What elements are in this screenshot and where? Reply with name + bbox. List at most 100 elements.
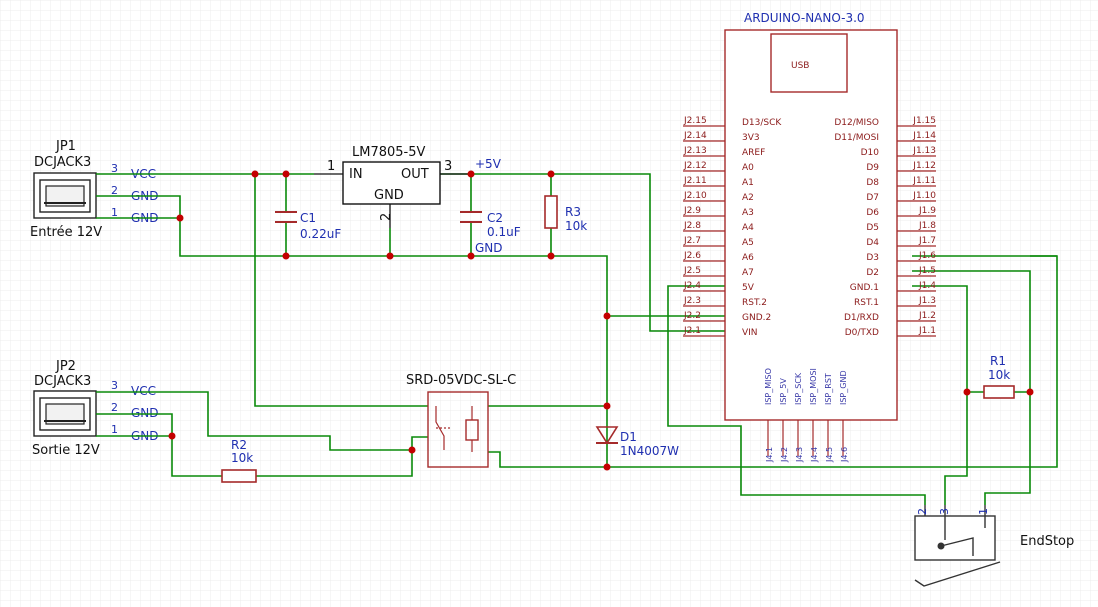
junction	[386, 252, 394, 260]
r2-body	[221, 469, 257, 483]
arduino-right-pin-name: D7	[866, 193, 879, 203]
regulator-in-label: IN	[349, 167, 363, 182]
arduino-left-pin-name: A0	[742, 163, 754, 173]
jp1-desc: Entrée 12V	[30, 225, 102, 240]
arduino-left-pin-number: J2.7	[683, 236, 701, 246]
arduino-right-pin-name: D4	[866, 238, 879, 248]
jp1-pin1-num: 1	[111, 206, 118, 219]
arduino-left-pin-name: A3	[742, 208, 754, 218]
r2-value: 10k	[231, 451, 253, 465]
jp2-pin3-num: 3	[111, 379, 118, 392]
r3-ref: R3	[565, 205, 581, 219]
jp1-pin2-num: 2	[111, 184, 118, 197]
arduino-right-pin-number: J1.6	[918, 251, 936, 261]
arduino-left-pin-name: 3V3	[742, 133, 760, 143]
arduino-right-pin-name: GND.1	[850, 283, 879, 293]
jp1-value: DCJACK3	[34, 155, 91, 170]
jp2-desc: Sortie 12V	[32, 443, 100, 458]
jp2-ref: JP2	[55, 359, 76, 374]
r2-ref: R2	[231, 438, 247, 452]
arduino-right-pin-number: J1.7	[918, 236, 936, 246]
r3-value: 10k	[565, 219, 587, 233]
regulator-name: LM7805-5V	[352, 145, 426, 160]
arduino-right-pin-number: J1.11	[912, 176, 936, 186]
arduino-left-pin-name: VIN	[742, 328, 758, 338]
arduino-right-pin-name: D2	[866, 268, 879, 278]
jp2-net-gnd2: GND	[131, 406, 159, 420]
junction	[1026, 388, 1034, 396]
arduino-left-pin-number: J2.11	[683, 176, 707, 186]
endstop-body	[914, 515, 996, 561]
d1-ref: D1	[620, 430, 637, 444]
arduino-isp-pin-name: ISP_SCK	[794, 372, 803, 405]
arduino-right-pin-number: J1.2	[918, 311, 936, 321]
junction	[603, 312, 611, 320]
arduino-left-pin-number: J2.2	[683, 311, 701, 321]
arduino-left-pin-name: 5V	[742, 283, 755, 293]
d1-value: 1N4007W	[620, 444, 679, 458]
arduino-isp-pin-name: ISP_RST	[824, 373, 833, 405]
arduino-right-pin-number: J1.3	[918, 296, 936, 306]
arduino-right-pin-number: J1.4	[918, 281, 936, 291]
arduino-left-pin-name: RST.2	[742, 298, 767, 308]
arduino-left-pin-number: J2.9	[683, 206, 701, 216]
c2-ref: C2	[487, 211, 503, 225]
endstop-name: EndStop	[1020, 534, 1074, 549]
usb-label: USB	[791, 61, 809, 71]
endstop-pin2: 2	[916, 508, 929, 515]
arduino-left-pin-number: J2.6	[683, 251, 701, 261]
net-plus5-label: +5V	[475, 157, 502, 171]
arduino-left-pin-number: J2.14	[683, 131, 707, 141]
junction	[176, 214, 184, 222]
junction	[547, 170, 555, 178]
jp2-pin2-num: 2	[111, 401, 118, 414]
c2-value: 0.1uF	[487, 225, 521, 239]
arduino-right-pin-name: D3	[866, 253, 879, 263]
endstop-pin3: 3	[938, 508, 951, 515]
c1-ref: C1	[300, 211, 316, 225]
arduino-right-pin-number: J1.8	[918, 221, 936, 231]
arduino-left-pin-number: J2.12	[683, 161, 707, 171]
jp1-pin3-num: 3	[111, 162, 118, 175]
schematic-canvas: JP1 DCJACK3 Entrée 12V 3 2 1 VCC GND GND…	[0, 0, 1098, 607]
arduino-right-pin-name: D5	[866, 223, 879, 233]
regulator-pin2: 2	[379, 213, 394, 221]
arduino-left-pin-number: J2.1	[683, 326, 701, 336]
arduino-left-pin-name: A7	[742, 268, 754, 278]
junction	[408, 446, 416, 454]
arduino-left-pin-name: A5	[742, 238, 754, 248]
arduino-left-pin-name: AREF	[742, 148, 765, 158]
arduino-right-pin-number: J1.12	[912, 161, 936, 171]
arduino-bottom-pin-number: J4.5	[825, 447, 834, 463]
arduino-left-pin-name: A2	[742, 193, 754, 203]
junction	[467, 170, 475, 178]
arduino-left-pin-name: GND.2	[742, 313, 771, 323]
arduino-isp-pin-name: ISP_MOSI	[809, 368, 818, 405]
arduino-bottom-pin-number: J4.1	[765, 447, 774, 463]
arduino-right-pin-name: RST.1	[854, 298, 879, 308]
relay-name: SRD-05VDC-SL-C	[406, 373, 516, 388]
arduino-right-pin-name: D1/RXD	[844, 313, 879, 323]
regulator-pin1: 1	[327, 159, 335, 174]
junction	[251, 170, 259, 178]
junction	[282, 252, 290, 260]
arduino-left-pin-name: A6	[742, 253, 754, 263]
arduino-bottom-pin-number: J4.2	[780, 447, 789, 463]
arduino-left-pin-number: J2.4	[683, 281, 701, 291]
arduino-right-pin-name: D9	[866, 163, 879, 173]
arduino-right-pin-number: J1.1	[918, 326, 936, 336]
r1-body	[983, 385, 1015, 399]
junction	[467, 252, 475, 260]
arduino-left-pin-number: J2.13	[683, 146, 707, 156]
r1-value: 10k	[988, 368, 1010, 382]
arduino-left-pin-name: A4	[742, 223, 754, 233]
jp2-value: DCJACK3	[34, 374, 91, 389]
arduino-right-pin-name: D6	[866, 208, 879, 218]
arduino-bottom-pin-number: J4.3	[795, 447, 804, 463]
arduino-title: ARDUINO-NANO-3.0	[744, 11, 865, 25]
arduino-left-pin-number: J2.15	[683, 116, 707, 126]
jp2-pin1-num: 1	[111, 423, 118, 436]
arduino-left-pin-name: A1	[742, 178, 754, 188]
arduino-isp-pin-name: ISP_MISO	[764, 368, 773, 405]
arduino-right-pin-number: J1.13	[912, 146, 936, 156]
